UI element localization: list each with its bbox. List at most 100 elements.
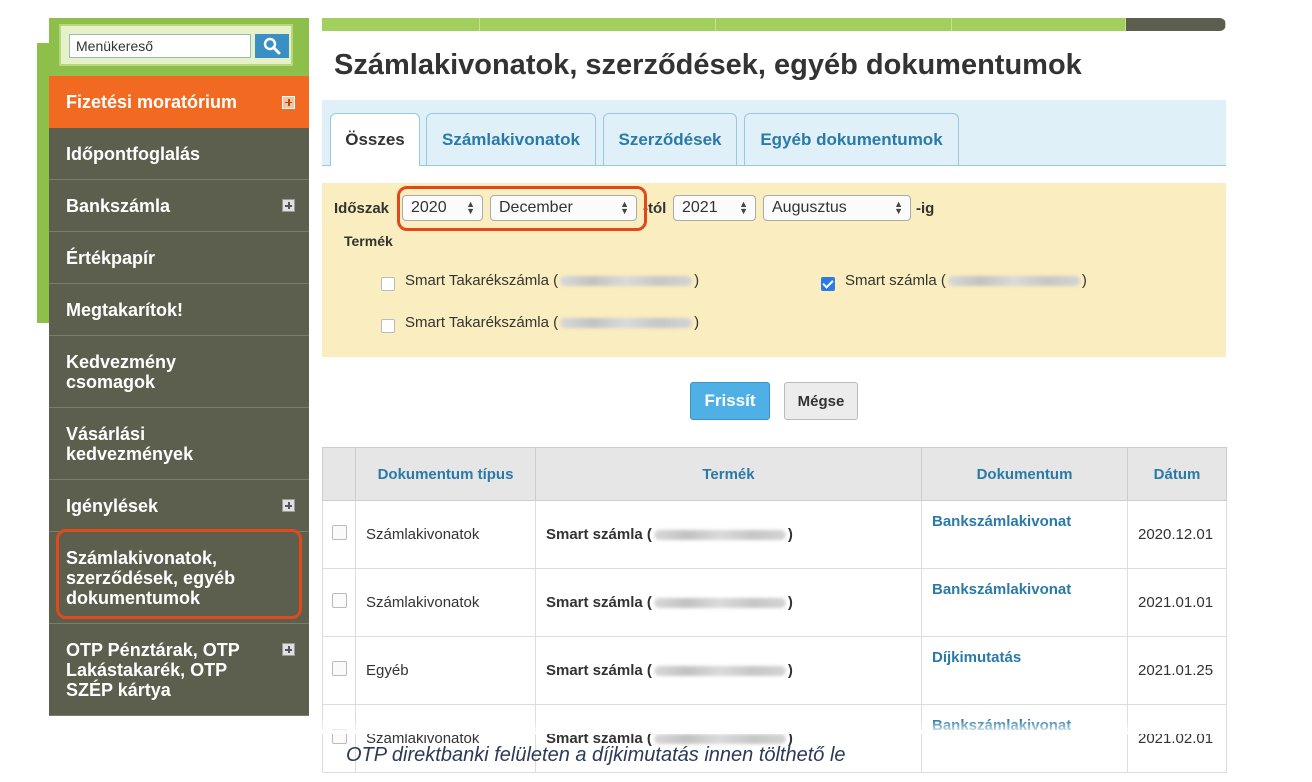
product-cell: Smart számla () xyxy=(535,500,922,569)
sidebar-item-label: Időpontfoglalás xyxy=(66,143,200,164)
sidebar-item-bankszamla[interactable]: Bankszámla xyxy=(49,180,309,232)
tab-szamlakivonatok[interactable]: Számlakivonatok xyxy=(426,113,596,165)
product-option-text: Smart Takarékszámla ( xyxy=(405,272,559,289)
redacted-account-number xyxy=(653,734,786,745)
sidebar-item-label: OTP Pénztárak, OTP Lakástakarék, OTP SZÉ… xyxy=(66,640,240,700)
to-year-select[interactable]: 2021 ▲ ▼ xyxy=(673,195,756,221)
doc-type-cell: Számlakivonatok xyxy=(355,500,536,569)
image-caption: OTP direktbanki felületen a díjkimutatás… xyxy=(346,744,846,766)
sidebar-item-kedvezmeny-csomagok[interactable]: Kedvezmény csomagok xyxy=(49,336,309,408)
magnifier-icon xyxy=(263,37,281,55)
to-month-select[interactable]: Augusztus ▲ ▼ xyxy=(763,195,911,221)
product-text: Smart számla ( xyxy=(546,526,652,543)
header-product[interactable]: Termék xyxy=(535,447,922,501)
product-option-text: Smart Takarékszámla ( xyxy=(405,314,559,331)
plus-icon[interactable] xyxy=(282,499,295,512)
sidebar-item-label: Kedvezmény csomagok xyxy=(66,351,177,392)
product-checkbox-3[interactable] xyxy=(381,319,395,333)
table-row: Számlakivonatok Smart számla () Bankszám… xyxy=(322,500,1227,569)
row-checkbox[interactable] xyxy=(331,525,347,540)
redacted-account-number xyxy=(560,276,693,287)
sidebar-item-label: Igénylések xyxy=(66,495,159,516)
doc-type-cell: Egyéb xyxy=(355,636,536,705)
product-cell: Smart számla () xyxy=(535,568,922,637)
product-text: ) xyxy=(787,594,793,611)
document-link[interactable]: Bankszámlakivonat xyxy=(921,500,1128,569)
row-select-cell xyxy=(322,636,356,705)
tab-szerzodesek[interactable]: Szerződések xyxy=(603,113,737,165)
sidebar-item-igenylesek[interactable]: Igénylések xyxy=(49,480,309,532)
product-text: Smart számla ( xyxy=(546,594,652,611)
sidebar-item-label: Vásárlási kedvezmények xyxy=(66,423,194,464)
product-checkbox-2[interactable] xyxy=(821,277,835,291)
product-cell: Smart számla () xyxy=(535,636,922,705)
plus-icon[interactable] xyxy=(282,95,295,109)
plus-icon[interactable] xyxy=(282,643,295,656)
product-option-1: Smart Takarékszámla () xyxy=(405,272,699,289)
sidebar-item-label: Értékpapír xyxy=(66,247,156,268)
redacted-account-number xyxy=(653,598,786,609)
product-checkbox-1[interactable] xyxy=(381,277,395,291)
redacted-account-number xyxy=(947,276,1080,287)
product-text: ) xyxy=(787,662,793,679)
refresh-button[interactable]: Frissít xyxy=(690,382,770,420)
table-row: Egyéb Smart számla () Díjkimutatás 2021.… xyxy=(322,636,1227,705)
product-label: Termék xyxy=(344,233,393,249)
sidebar-item-vasarlasi-kedvezmenyek[interactable]: Vásárlási kedvezmények xyxy=(49,408,309,480)
sidebar-item-szamlakivonatok[interactable]: Számlakivonatok, szerződések, egyéb doku… xyxy=(49,532,309,624)
sidebar-menu: Fizetési moratórium Időpontfoglalás Bank… xyxy=(49,18,309,716)
document-link[interactable]: Bankszámlakivonat xyxy=(921,704,1128,773)
header-document[interactable]: Dokumentum xyxy=(921,447,1128,501)
table-row: Számlakivonatok Smart számla () Bankszám… xyxy=(322,568,1227,637)
document-link[interactable]: Díjkimutatás xyxy=(921,636,1128,705)
date-cell: 2021.02.01 xyxy=(1127,704,1227,773)
sidebar-item-otp-penztarak[interactable]: OTP Pénztárak, OTP Lakástakarék, OTP SZÉ… xyxy=(49,624,309,716)
plus-icon[interactable] xyxy=(282,199,295,212)
product-option-text: ) xyxy=(1081,272,1087,289)
cancel-button[interactable]: Mégse xyxy=(784,382,858,420)
sidebar-item-ertekpapir[interactable]: Értékpapír xyxy=(49,232,309,284)
redacted-account-number xyxy=(653,530,786,541)
sidebar-item-label: Bankszámla xyxy=(66,195,171,216)
updown-arrows-icon: ▲ ▼ xyxy=(894,199,903,216)
product-option-2: Smart számla () xyxy=(845,272,1087,289)
header-date[interactable]: Dátum xyxy=(1127,447,1227,501)
product-option-text: Smart számla ( xyxy=(845,272,946,289)
product-option-text: ) xyxy=(694,314,700,331)
row-checkbox[interactable] xyxy=(331,593,347,608)
search-button[interactable] xyxy=(255,34,289,58)
page-title: Számlakivonatok, szerződések, egyéb doku… xyxy=(334,49,1082,81)
sidebar-item-label: Megtakarítok! xyxy=(66,299,184,320)
to-suffix: -ig xyxy=(916,200,935,217)
period-label: Időszak xyxy=(334,200,390,217)
sidebar-item-fizetesi-moratorium[interactable]: Fizetési moratórium xyxy=(49,76,309,128)
date-cell: 2021.01.25 xyxy=(1127,636,1227,705)
period-highlight-outline xyxy=(397,186,647,231)
tab-egyeb-dokumentumok[interactable]: Egyéb dokumentumok xyxy=(744,113,959,165)
sidebar-item-idopontfoglalas[interactable]: Időpontfoglalás xyxy=(49,128,309,180)
table-header-row: Dokumentum típus Termék Dokumentum Dátum xyxy=(322,447,1227,501)
document-link[interactable]: Bankszámlakivonat xyxy=(921,568,1128,637)
product-option-text: ) xyxy=(694,272,700,289)
redacted-account-number xyxy=(653,666,786,677)
to-year-value: 2021 xyxy=(682,199,718,216)
doc-type-cell: Számlakivonatok xyxy=(355,568,536,637)
date-cell: 2021.01.01 xyxy=(1127,568,1227,637)
sidebar-item-label: Fizetési moratórium xyxy=(66,92,238,112)
sidebar-item-megtakaritok[interactable]: Megtakarítok! xyxy=(49,284,309,336)
menu-search-input[interactable] xyxy=(69,34,251,58)
table-fade xyxy=(322,720,1226,734)
menu-search-frame xyxy=(59,24,293,66)
document-tabs: Összes Számlakivonatok Szerződések Egyéb… xyxy=(322,100,1226,166)
updown-arrows-icon: ▲ ▼ xyxy=(739,199,748,216)
tab-osszes[interactable]: Összes xyxy=(330,113,420,166)
sidebar-item-label: Számlakivonatok, szerződések, egyéb doku… xyxy=(66,547,236,608)
header-document-type[interactable]: Dokumentum típus xyxy=(355,447,536,501)
redacted-account-number xyxy=(560,318,693,329)
row-checkbox[interactable] xyxy=(331,661,347,676)
header-select-col xyxy=(322,447,356,501)
to-month-value: Augusztus xyxy=(772,199,847,216)
row-select-cell xyxy=(322,568,356,637)
date-cell: 2020.12.01 xyxy=(1127,500,1227,569)
row-select-cell xyxy=(322,500,356,569)
